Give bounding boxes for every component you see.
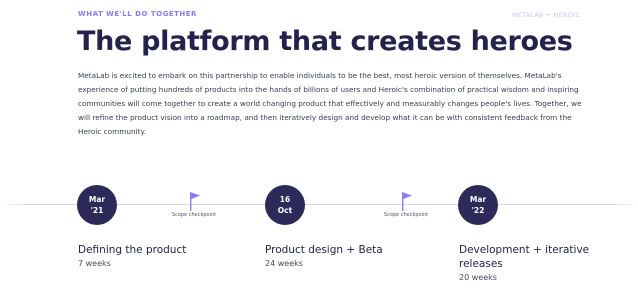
- phase-duration: 7 weeks: [78, 259, 111, 268]
- milestone-line1: 16: [279, 195, 291, 204]
- intro-paragraph: MetaLab is excited to embark on this par…: [78, 71, 582, 136]
- milestone-line2: '22: [471, 206, 485, 215]
- milestone-node-mid: 16 Oct: [265, 185, 305, 225]
- flag-icon: [402, 192, 412, 211]
- phase-duration: 20 weeks: [459, 273, 497, 282]
- phase-defining: Defining the product 7 weeks: [78, 243, 248, 270]
- milestone-line2: '21: [90, 206, 104, 215]
- phase-development: Development + iterative releases 20 week…: [459, 243, 599, 284]
- checkpoint-label: Scope checkpoint: [383, 212, 429, 218]
- flag-icon: [190, 192, 200, 211]
- section-eyebrow: WHAT WE'LL DO TOGETHER: [78, 10, 197, 18]
- milestone-line1: Mar: [469, 195, 487, 204]
- phase-title: Defining the product: [78, 244, 187, 256]
- milestone-line1: Mar: [88, 195, 106, 204]
- scope-checkpoint-2: Scope checkpoint: [376, 191, 436, 218]
- scope-checkpoint-1: Scope checkpoint: [164, 191, 224, 218]
- phase-title: Development + iterative releases: [459, 244, 590, 270]
- phase-duration: 24 weeks: [265, 259, 303, 268]
- partnership-tag: METALAB + HEROIC: [511, 11, 580, 19]
- phase-title: Product design + Beta: [265, 244, 383, 256]
- checkpoint-label: Scope checkpoint: [171, 212, 217, 218]
- milestone-node-start: Mar '21: [77, 185, 117, 225]
- milestone-line2: Oct: [277, 206, 293, 215]
- page-title: The platform that creates heroes: [77, 26, 573, 57]
- milestone-node-end: Mar '22: [458, 185, 498, 225]
- phase-design-beta: Product design + Beta 24 weeks: [265, 243, 435, 270]
